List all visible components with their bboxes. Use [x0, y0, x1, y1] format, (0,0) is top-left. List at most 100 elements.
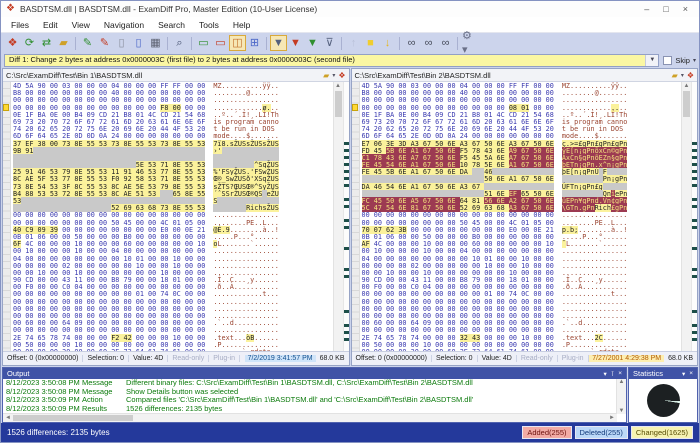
- diff-map-mark[interactable]: [692, 331, 697, 334]
- diff-map-mark[interactable]: [692, 219, 697, 222]
- scrollbar-thumb[interactable]: [683, 91, 690, 117]
- second-pane-diff-map[interactable]: [691, 82, 697, 351]
- menu-item-help[interactable]: Help: [226, 20, 257, 30]
- menu-item-view[interactable]: View: [65, 20, 97, 30]
- diff-map-mark[interactable]: [344, 275, 349, 278]
- diff-map-mark[interactable]: [692, 324, 697, 327]
- diff-map-mark[interactable]: [692, 310, 697, 313]
- close-button[interactable]: ×: [683, 4, 688, 14]
- diff-map-mark[interactable]: [344, 324, 349, 327]
- diff-map-mark[interactable]: [344, 156, 349, 159]
- second-file-options-icon[interactable]: ▯: [130, 35, 147, 51]
- output-horizontal-scrollbar[interactable]: ◄ ►: [3, 413, 617, 422]
- diff-map-mark[interactable]: [344, 219, 349, 222]
- pin-icon[interactable]: ⊺: [611, 370, 614, 378]
- scroll-right-icon[interactable]: ►: [609, 415, 615, 421]
- diff-map-mark[interactable]: [692, 149, 697, 152]
- first-pane-diff-map[interactable]: [343, 82, 349, 351]
- find-icon[interactable]: ∞: [403, 35, 420, 51]
- diff-map-mark[interactable]: [692, 275, 697, 278]
- compare-files-icon[interactable]: ❖: [4, 35, 21, 51]
- swap-panes-icon[interactable]: ⇄: [38, 35, 55, 51]
- browse-second-file-icon[interactable]: ▰: [672, 71, 678, 80]
- scroll-up-icon[interactable]: ▲: [684, 82, 690, 90]
- diff-map-mark[interactable]: [344, 310, 349, 313]
- minimize-button[interactable]: –: [644, 4, 649, 14]
- scroll-up-icon[interactable]: ▲: [335, 82, 341, 90]
- diff-map-mark[interactable]: [344, 205, 349, 208]
- first-file-options-icon[interactable]: ▯: [113, 35, 130, 51]
- maximize-button[interactable]: □: [663, 4, 668, 14]
- recompare-icon[interactable]: ⟳: [21, 35, 38, 51]
- menu-item-navigation[interactable]: Navigation: [97, 20, 151, 30]
- diff-map-mark[interactable]: [692, 163, 697, 166]
- scroll-left-icon[interactable]: ◄: [5, 415, 11, 421]
- hide-diffs-icon[interactable]: ⊽: [321, 35, 338, 51]
- diff-map-mark[interactable]: [344, 226, 349, 229]
- diff-map-mark[interactable]: [692, 142, 697, 145]
- diff-map-mark[interactable]: [692, 184, 697, 187]
- show-first-pane-icon[interactable]: ▭: [195, 35, 212, 51]
- diff-map-mark[interactable]: [344, 163, 349, 166]
- next-diff-icon[interactable]: ↓: [379, 35, 396, 51]
- edit-first-file-icon[interactable]: ✎: [79, 35, 96, 51]
- diff-map-mark[interactable]: [692, 177, 697, 180]
- diff-map-mark[interactable]: [344, 331, 349, 334]
- open-files-icon[interactable]: ▰: [55, 35, 72, 51]
- grid-view-icon[interactable]: ⊞: [246, 35, 263, 51]
- diff-map-mark[interactable]: [344, 177, 349, 180]
- diff-map-mark[interactable]: [692, 205, 697, 208]
- show-matching-icon[interactable]: ▼: [304, 35, 321, 51]
- diff-map-mark[interactable]: [344, 338, 349, 341]
- options-icon[interactable]: ⚙ ▾: [461, 35, 478, 51]
- scroll-down-icon[interactable]: ▼: [619, 408, 625, 414]
- diff-map-mark[interactable]: [692, 247, 697, 250]
- current-diff-combobox[interactable]: Diff 1: Change 2 bytes at address 0x0000…: [4, 54, 659, 67]
- scrollbar-thumb[interactable]: [335, 91, 342, 117]
- diff-map-mark[interactable]: [692, 170, 697, 173]
- diff-map-mark[interactable]: [344, 142, 349, 145]
- close-icon[interactable]: ×: [689, 370, 693, 378]
- toolbar-overflow-icon[interactable]: ▾: [693, 57, 696, 64]
- diff-map-mark[interactable]: [344, 268, 349, 271]
- second-pane-scrollbar[interactable]: ▲: [681, 82, 691, 351]
- menu-item-files[interactable]: Files: [4, 20, 36, 30]
- diff-map-mark[interactable]: [692, 156, 697, 159]
- second-file-hex-view[interactable]: 4D 5A 90 00 03 00 00 00 04 00 00 00 FF F…: [360, 82, 682, 351]
- chevron-down-icon[interactable]: ▾: [332, 72, 335, 79]
- chevron-down-icon[interactable]: ▼: [645, 55, 658, 66]
- diff-map-mark[interactable]: [344, 149, 349, 152]
- diff-map-mark[interactable]: [344, 170, 349, 173]
- chevron-down-icon[interactable]: ▾: [682, 370, 685, 378]
- show-all-diffs-icon[interactable]: ▼: [270, 35, 287, 51]
- split-view-icon[interactable]: ◫: [229, 35, 246, 51]
- chevron-down-icon[interactable]: ▾: [681, 72, 684, 79]
- first-pane-scrollbar[interactable]: ▲: [333, 82, 343, 351]
- menu-item-search[interactable]: Search: [151, 20, 192, 30]
- current-diff-icon[interactable]: ■: [362, 35, 379, 51]
- scroll-up-icon[interactable]: ▲: [619, 379, 625, 385]
- close-icon[interactable]: ×: [618, 370, 622, 378]
- output-vertical-scrollbar[interactable]: ▲ ▼: [616, 379, 626, 414]
- search-icon[interactable]: ⌕: [171, 35, 188, 51]
- diff-map-mark[interactable]: [692, 226, 697, 229]
- show-changed-only-icon[interactable]: ▼: [287, 35, 304, 51]
- edit-second-file-icon[interactable]: ✎: [96, 35, 113, 51]
- diff-map-mark[interactable]: [344, 247, 349, 250]
- diff-map-mark[interactable]: [344, 184, 349, 187]
- chevron-down-icon[interactable]: ▾: [604, 370, 607, 378]
- diff-map-mark[interactable]: [692, 338, 697, 341]
- find-prev-icon[interactable]: ∞: [437, 35, 454, 51]
- diff-map-mark[interactable]: [344, 198, 349, 201]
- diff-map-mark[interactable]: [692, 198, 697, 201]
- diff-map-mark[interactable]: [692, 268, 697, 271]
- current-diff-marker[interactable]: [352, 104, 358, 111]
- show-second-pane-icon[interactable]: ▭: [212, 35, 229, 51]
- print-icon[interactable]: ▦: [147, 35, 164, 51]
- skip-checkbox[interactable]: [663, 56, 672, 65]
- current-diff-marker[interactable]: [3, 104, 9, 111]
- find-next-icon[interactable]: ∞: [420, 35, 437, 51]
- scrollbar-thumb[interactable]: [13, 415, 133, 421]
- menu-item-edit[interactable]: Edit: [36, 20, 65, 30]
- first-file-hex-view[interactable]: 4D 5A 90 00 03 00 00 00 04 00 00 00 FF F…: [11, 82, 333, 351]
